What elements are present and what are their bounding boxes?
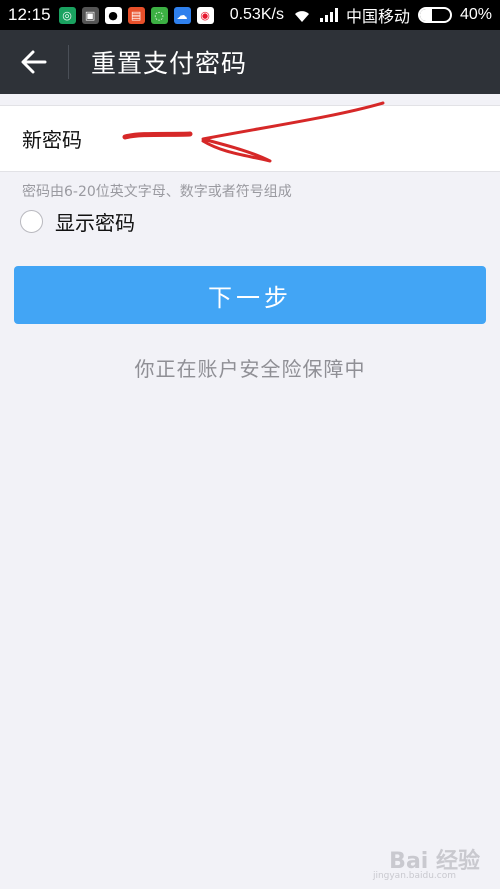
weibo-icon: ◉ bbox=[196, 6, 214, 24]
security-notice: 你正在账户安全险保障中 bbox=[134, 357, 366, 381]
watermark-url: jingyan.baidu.com bbox=[372, 871, 456, 881]
app-icon: ▤ bbox=[127, 6, 145, 24]
battery-icon bbox=[417, 7, 452, 23]
app-icon: ◌ bbox=[150, 6, 168, 24]
status-time: 12:15 bbox=[8, 5, 51, 24]
back-button[interactable] bbox=[0, 30, 68, 94]
signal-icon bbox=[319, 8, 338, 22]
cloud-icon: ☁ bbox=[173, 6, 191, 24]
app-icon: ▣ bbox=[81, 6, 99, 24]
battery-percent: 40% bbox=[459, 6, 492, 23]
show-password-radio[interactable] bbox=[20, 210, 43, 233]
new-password-label: 新密码 bbox=[22, 128, 82, 152]
nav-divider bbox=[68, 45, 69, 79]
password-hint: 密码由6-20位英文字母、数字或者符号组成 bbox=[22, 184, 292, 200]
back-arrow-icon bbox=[21, 50, 47, 74]
network-speed: 0.53K/s bbox=[229, 6, 284, 23]
qq-icon: ● bbox=[104, 6, 122, 24]
app-icon: ◎ bbox=[58, 6, 76, 24]
notification-icons: ◎ ▣ ● ▤ ◌ ☁ ◉ bbox=[58, 6, 214, 24]
next-step-button[interactable]: 下一步 bbox=[14, 266, 486, 324]
page-title: 重置支付密码 bbox=[91, 49, 248, 78]
new-password-input[interactable] bbox=[122, 106, 500, 171]
carrier-name: 中国移动 bbox=[345, 9, 410, 26]
show-password-label: 显示密码 bbox=[55, 211, 135, 235]
wifi-icon bbox=[294, 11, 309, 22]
show-password-toggle[interactable]: 显示密码 bbox=[20, 207, 135, 236]
new-password-row: 新密码 bbox=[0, 105, 500, 172]
nav-bar: 重置支付密码 bbox=[0, 30, 500, 94]
status-bar: 12:15 ◎ ▣ ● ▤ ◌ ☁ ◉ 0.53K/s 中国移动 40% bbox=[0, 0, 500, 30]
